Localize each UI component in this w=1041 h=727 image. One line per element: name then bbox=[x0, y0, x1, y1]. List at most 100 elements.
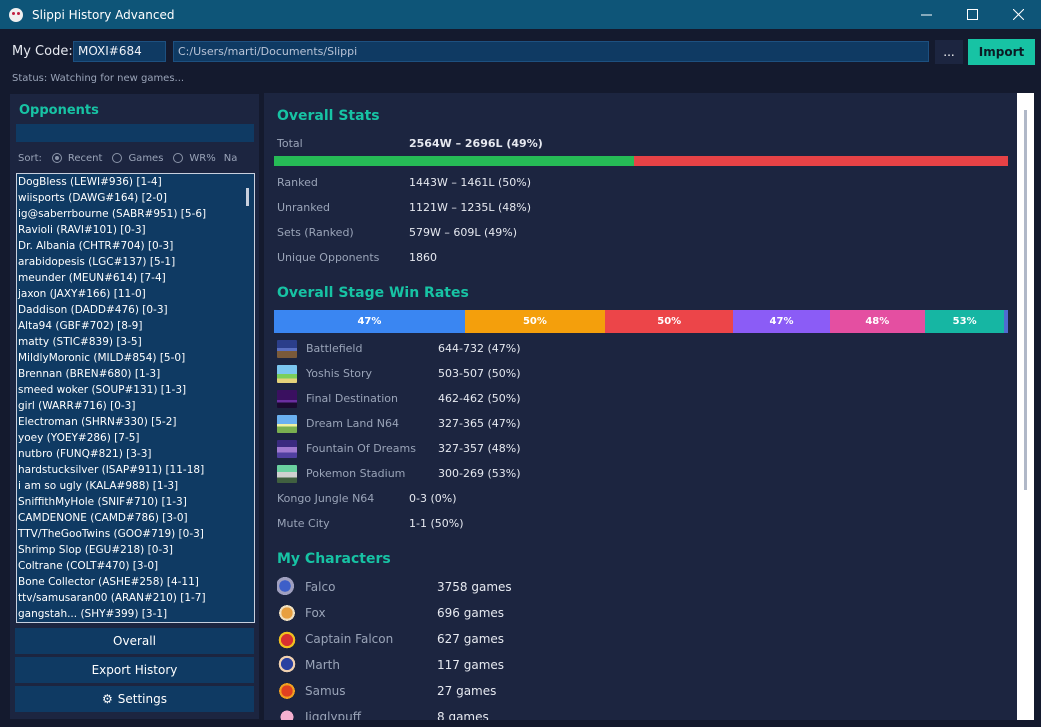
stage-name: Yoshis Story bbox=[306, 367, 373, 380]
opponent-search-input[interactable] bbox=[16, 124, 254, 142]
stage-name: Fountain Of Dreams bbox=[306, 442, 416, 455]
window-controls bbox=[903, 0, 1041, 29]
stat-label: Ranked bbox=[277, 176, 318, 189]
settings-button[interactable]: ⚙ Settings bbox=[15, 686, 254, 712]
stage-name: Final Destination bbox=[306, 392, 398, 405]
opponent-list-item[interactable]: ttv/samusaran00 (ARAN#210) [1-7] bbox=[17, 590, 242, 606]
stat-row-unranked: Unranked 1121W – 1235L (48%) bbox=[277, 200, 877, 216]
minimize-icon bbox=[920, 14, 932, 16]
sort-name-radio[interactable]: Na bbox=[224, 153, 238, 164]
character-row: Samus 27 games bbox=[277, 681, 877, 701]
stage-bar-segment: 50% bbox=[605, 310, 734, 333]
sort-label: Sort: bbox=[18, 152, 42, 164]
stats-scrollbar-thumb[interactable] bbox=[1024, 110, 1027, 490]
replay-path-input[interactable]: C:/Users/marti/Documents/Slippi bbox=[173, 41, 929, 62]
opponent-list-item[interactable]: arabidopesis (LGC#137) [5-1] bbox=[17, 254, 242, 270]
character-name: Falco bbox=[305, 580, 336, 594]
loss-bar-segment bbox=[633, 156, 1008, 166]
sort-wr-radio[interactable]: WR% bbox=[173, 153, 216, 164]
stage-stats-title: Overall Stage Win Rates bbox=[277, 285, 469, 301]
opponent-list-item[interactable]: wiisports (DAWG#164) [2-0] bbox=[17, 190, 242, 206]
character-games: 627 games bbox=[437, 632, 505, 646]
opponent-list-item[interactable]: jaxon (JAXY#166) [11-0] bbox=[17, 286, 242, 302]
radio-selected-icon bbox=[51, 153, 62, 163]
stage-name: Mute City bbox=[277, 517, 330, 530]
character-games: 696 games bbox=[437, 606, 505, 620]
opponent-list-item[interactable]: i am so ugly (KALA#988) [1-3] bbox=[17, 478, 242, 494]
character-row: Fox 696 games bbox=[277, 603, 877, 623]
opponent-list-scrollbar[interactable] bbox=[246, 188, 249, 206]
close-icon bbox=[1012, 9, 1024, 20]
stage-value: 462-462 (50%) bbox=[438, 392, 521, 405]
stat-row-unique-opponents: Unique Opponents 1860 bbox=[277, 250, 877, 266]
radio-icon bbox=[112, 153, 123, 163]
opponent-list-item[interactable]: girl (WARR#716) [0-3] bbox=[17, 398, 242, 414]
opponent-list-item[interactable]: ig@saberrbourne (SABR#951) [5-6] bbox=[17, 206, 242, 222]
stage-value: 1-1 (50%) bbox=[409, 517, 464, 530]
stats-scrollbar[interactable] bbox=[1017, 93, 1034, 720]
opponent-list-item[interactable]: Electroman (SHRN#330) [5-2] bbox=[17, 414, 242, 430]
export-history-button[interactable]: Export History bbox=[15, 657, 254, 683]
stage-name: Pokemon Stadium bbox=[306, 467, 406, 480]
overall-stats-title: Overall Stats bbox=[277, 108, 380, 124]
browse-button[interactable]: ... bbox=[935, 40, 963, 64]
stage-bar-segment: 50% bbox=[464, 310, 606, 333]
stat-value: 1860 bbox=[409, 251, 437, 264]
opponent-list-item[interactable]: TTV/TheGooTwins (GOO#719) [0-3] bbox=[17, 526, 242, 542]
overall-button[interactable]: Overall bbox=[15, 628, 254, 654]
stage-value: 327-357 (48%) bbox=[438, 442, 521, 455]
opponent-list-item[interactable]: Bone Collector (ASHE#258) [4-11] bbox=[17, 574, 242, 590]
stat-value: 1443W – 1461L (50%) bbox=[409, 176, 532, 189]
character-name: Fox bbox=[305, 606, 326, 620]
character-games: 117 games bbox=[437, 658, 505, 672]
opponent-list-item[interactable]: gangstah... (SHY#399) [3-1] bbox=[17, 606, 242, 622]
opponent-list-item[interactable]: Alta94 (GBF#702) [8-9] bbox=[17, 318, 242, 334]
opponent-list-item[interactable]: CAMDENONE (CAMD#786) [3-0] bbox=[17, 510, 242, 526]
stage-win-rate-bar: 47% 50% 50% 47% 48% 53% bbox=[274, 310, 1008, 333]
stage-name: Kongo Jungle N64 bbox=[277, 492, 375, 505]
title-bar: Slippi History Advanced bbox=[0, 0, 1041, 29]
close-button[interactable] bbox=[995, 0, 1041, 29]
opponent-list-item[interactable]: Brennan (BREN#680) [1-3] bbox=[17, 366, 242, 382]
opponent-list-item[interactable]: DogBless (LEWI#936) [1-4] bbox=[17, 174, 242, 190]
stage-name: Dream Land N64 bbox=[306, 417, 400, 430]
sort-games-radio[interactable]: Games bbox=[112, 153, 163, 164]
character-row: Captain Falcon 627 games bbox=[277, 629, 877, 649]
stage-value: 0-3 (0%) bbox=[409, 492, 457, 505]
total-label: Total bbox=[277, 137, 303, 150]
code-input[interactable]: MOXI#684 bbox=[73, 41, 166, 62]
opponent-list-item[interactable]: nutbro (FUNQ#821) [3-3] bbox=[17, 446, 242, 462]
stage-row-other: Kongo Jungle N64 0-3 (0%) bbox=[277, 491, 877, 507]
character-name: Marth bbox=[305, 658, 340, 672]
opponent-list-item[interactable]: meunder (MEUN#614) [7-4] bbox=[17, 270, 242, 286]
status-text: Status: Watching for new games... bbox=[12, 73, 185, 84]
character-name: Captain Falcon bbox=[305, 632, 394, 646]
minimize-button[interactable] bbox=[903, 0, 949, 29]
sort-recent-radio[interactable]: Recent bbox=[51, 153, 102, 164]
opponent-list-item[interactable]: Ravioli (RAVI#101) [0-3] bbox=[17, 222, 242, 238]
stage-row: Fountain Of Dreams 327-357 (48%) bbox=[277, 440, 877, 458]
stat-row-ranked: Ranked 1443W – 1461L (50%) bbox=[277, 175, 877, 191]
import-button[interactable]: Import bbox=[968, 39, 1035, 65]
stage-bar-segment: 47% bbox=[274, 310, 465, 333]
opponent-list-item[interactable]: yoey (YOEY#286) [7-5] bbox=[17, 430, 242, 446]
opponent-list-item[interactable]: SniffithMyHole (SNIF#710) [1-3] bbox=[17, 494, 242, 510]
opponent-list-item[interactable]: Coltrane (COLT#470) [3-0] bbox=[17, 558, 242, 574]
opponent-list-item[interactable]: matty (STIC#839) [3-5] bbox=[17, 334, 242, 350]
character-name: Jigglypuff bbox=[305, 710, 362, 720]
opponent-list-item[interactable]: Dr. Albania (CHTR#704) [0-3] bbox=[17, 238, 242, 254]
opponent-list-item[interactable]: MildlyMoronic (MILD#854) [5-0] bbox=[17, 350, 242, 366]
maximize-button[interactable] bbox=[949, 0, 995, 29]
opponent-list-item[interactable]: Daddison (DADD#476) [0-3] bbox=[17, 302, 242, 318]
stage-row: Yoshis Story 503-507 (50%) bbox=[277, 365, 877, 383]
character-name: Samus bbox=[305, 684, 346, 698]
opponent-list-item[interactable]: smeed woker (SOUP#131) [1-3] bbox=[17, 382, 242, 398]
stage-value: 300-269 (53%) bbox=[438, 467, 521, 480]
opponent-list-item[interactable]: Shrimp Slop (EGU#218) [0-3] bbox=[17, 542, 242, 558]
stage-row: Dream Land N64 327-365 (47%) bbox=[277, 415, 877, 433]
stage-value: 327-365 (47%) bbox=[438, 417, 521, 430]
maximize-icon bbox=[966, 9, 978, 20]
opponent-list[interactable]: DogBless (LEWI#936) [1-4] wiisports (DAWG… bbox=[16, 173, 255, 623]
opponent-list-item[interactable]: hardstucksilver (ISAP#911) [11-18] bbox=[17, 462, 242, 478]
top-controls: My Code: MOXI#684 C:/Users/marti/Documen… bbox=[0, 38, 1041, 66]
